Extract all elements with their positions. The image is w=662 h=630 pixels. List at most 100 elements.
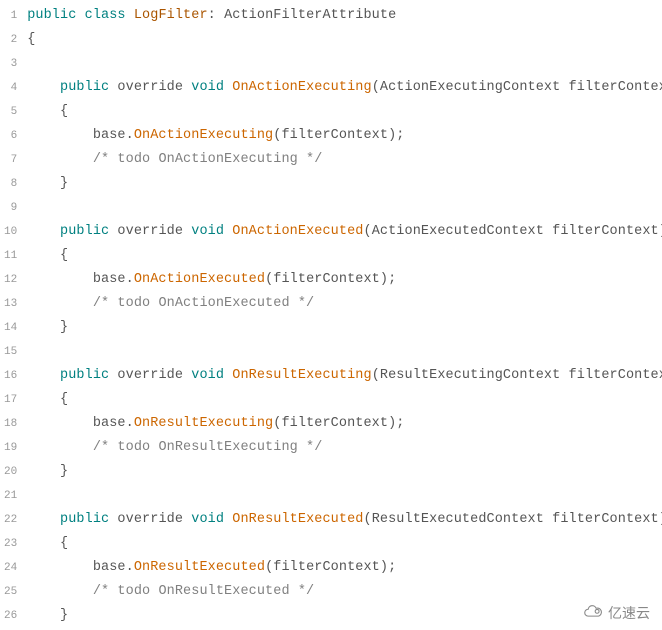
code-line[interactable]: public override void OnResultExecuting(R…	[27, 364, 662, 388]
code-line[interactable]	[27, 484, 662, 508]
code-line[interactable]: }	[27, 604, 662, 628]
token-punct: .	[126, 560, 134, 575]
token-method: OnResultExecuted	[134, 560, 265, 575]
token-type: LogFilter	[134, 8, 208, 23]
code-line[interactable]	[27, 196, 662, 220]
token-punct: {	[60, 248, 68, 263]
token-text	[27, 80, 60, 95]
token-text	[126, 8, 134, 23]
token-keyword: public	[60, 512, 109, 527]
code-line[interactable]: }	[27, 172, 662, 196]
token-text: base	[27, 128, 125, 143]
token-method: OnActionExecuted	[232, 224, 363, 239]
line-number: 4	[4, 76, 17, 100]
token-method: OnActionExecuted	[134, 272, 265, 287]
token-text	[27, 320, 60, 335]
token-method: OnResultExecuting	[232, 368, 371, 383]
token-punct: :	[208, 8, 224, 23]
token-text: override	[109, 512, 191, 527]
token-punct: }	[60, 608, 68, 623]
token-keyword: void	[191, 512, 224, 527]
code-line[interactable]: {	[27, 28, 662, 52]
line-number: 11	[4, 244, 17, 268]
line-number: 5	[4, 100, 17, 124]
token-punct: {	[60, 104, 68, 119]
token-comment: /* todo OnActionExecuted */	[93, 296, 314, 311]
token-text	[27, 104, 60, 119]
code-line[interactable]: base.OnActionExecuting(filterContext);	[27, 124, 662, 148]
token-text: ResultExecutingContext filterContext	[380, 368, 662, 383]
code-line[interactable]: {	[27, 388, 662, 412]
token-text	[27, 536, 60, 551]
line-number: 3	[4, 52, 17, 76]
line-number: 10	[4, 220, 17, 244]
cloud-icon	[582, 604, 604, 623]
token-punct: (	[372, 80, 380, 95]
token-text	[76, 8, 84, 23]
code-line[interactable]: {	[27, 532, 662, 556]
line-number: 20	[4, 460, 17, 484]
token-punct: {	[60, 392, 68, 407]
code-line[interactable]: public class LogFilter: ActionFilterAttr…	[27, 4, 662, 28]
code-area[interactable]: public class LogFilter: ActionFilterAttr…	[23, 0, 662, 630]
token-punct: .	[126, 416, 134, 431]
token-text: base	[27, 416, 125, 431]
token-punct: }	[60, 176, 68, 191]
token-text	[27, 392, 60, 407]
code-line[interactable]: /* todo OnActionExecuted */	[27, 292, 662, 316]
token-punct: .	[126, 272, 134, 287]
code-line[interactable]: }	[27, 460, 662, 484]
token-comment: /* todo OnResultExecuting */	[93, 440, 323, 455]
token-punct: (	[372, 368, 380, 383]
line-number: 9	[4, 196, 17, 220]
token-text: base	[27, 272, 125, 287]
line-number: 1	[4, 4, 17, 28]
code-line[interactable]: base.OnResultExecuting(filterContext);	[27, 412, 662, 436]
code-line[interactable]: base.OnActionExecuted(filterContext);	[27, 268, 662, 292]
code-line[interactable]: }	[27, 316, 662, 340]
token-text: override	[109, 80, 191, 95]
line-number: 7	[4, 148, 17, 172]
code-line[interactable]: {	[27, 100, 662, 124]
token-punct: (	[364, 224, 372, 239]
token-text	[27, 176, 60, 191]
token-comment: /* todo OnResultExecuted */	[93, 584, 314, 599]
token-method: OnActionExecuting	[232, 80, 371, 95]
token-keyword: public	[60, 80, 109, 95]
watermark-badge: 亿速云	[576, 600, 656, 626]
token-text	[27, 296, 93, 311]
token-punct: );	[380, 560, 396, 575]
token-text	[27, 608, 60, 623]
token-method: OnResultExecuted	[232, 512, 363, 527]
code-line[interactable]: public override void OnActionExecuted(Ac…	[27, 220, 662, 244]
token-text: filterContext	[273, 272, 380, 287]
line-number: 25	[4, 580, 17, 604]
token-text	[27, 512, 60, 527]
line-number: 15	[4, 340, 17, 364]
token-text	[27, 440, 93, 455]
code-line[interactable]	[27, 340, 662, 364]
line-number: 23	[4, 532, 17, 556]
token-punct: (	[364, 512, 372, 527]
code-line[interactable]: base.OnResultExecuted(filterContext);	[27, 556, 662, 580]
token-punct: {	[27, 32, 35, 47]
line-number: 16	[4, 364, 17, 388]
code-line[interactable]: /* todo OnResultExecuted */	[27, 580, 662, 604]
token-text: base	[27, 560, 125, 575]
code-line[interactable]: public override void OnResultExecuted(Re…	[27, 508, 662, 532]
code-line[interactable]: /* todo OnResultExecuting */	[27, 436, 662, 460]
token-method: OnResultExecuting	[134, 416, 273, 431]
code-editor[interactable]: 1234567891011121314151617181920212223242…	[0, 0, 662, 630]
code-line[interactable]: {	[27, 244, 662, 268]
token-text: filterContext	[273, 560, 380, 575]
token-text	[27, 464, 60, 479]
line-number: 13	[4, 292, 17, 316]
line-number: 26	[4, 604, 17, 628]
code-line[interactable]	[27, 52, 662, 76]
line-number: 17	[4, 388, 17, 412]
code-line[interactable]: public override void OnActionExecuting(A…	[27, 76, 662, 100]
token-punct: {	[60, 536, 68, 551]
token-punct: .	[126, 128, 134, 143]
code-line[interactable]: /* todo OnActionExecuting */	[27, 148, 662, 172]
token-text: override	[109, 368, 191, 383]
